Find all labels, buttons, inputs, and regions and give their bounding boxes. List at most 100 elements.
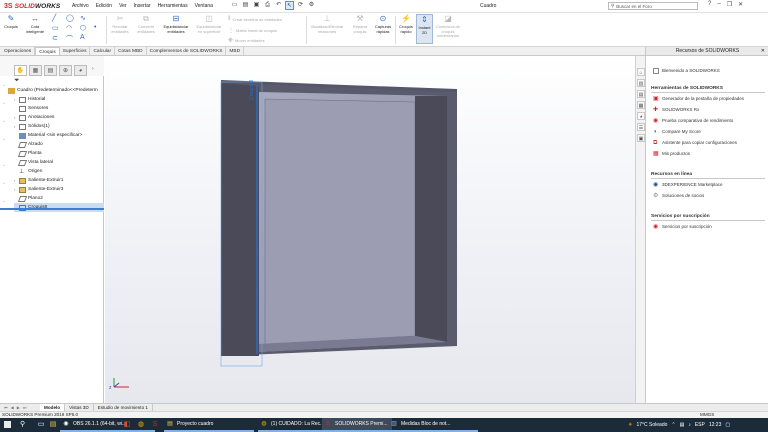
tool-link[interactable]: ▦ Mis productos — [651, 148, 765, 159]
menu-edicion[interactable]: Edición — [96, 3, 112, 9]
fillet-tool-icon[interactable]: ⌒ — [66, 34, 73, 44]
rollback-bar[interactable] — [0, 208, 104, 210]
network-icon[interactable]: ▤ — [680, 422, 685, 428]
slot-tool-icon[interactable]: ⊂ — [52, 34, 58, 42]
prev-tab-arrow-icon[interactable]: ◀ — [11, 405, 14, 410]
tab-croquis[interactable]: Croquis — [35, 47, 60, 55]
spline-tool-icon[interactable]: ∿ — [80, 14, 86, 22]
tab-vistas-3d[interactable]: Vistas 3D — [65, 404, 94, 411]
close-icon[interactable]: ✕ — [761, 47, 765, 56]
close-icon[interactable]: ✕ — [738, 1, 743, 8]
minimize-icon[interactable]: – — [717, 1, 720, 8]
restore-icon[interactable]: ❐ — [727, 1, 732, 8]
mover-entidades-button[interactable]: ✥ Mover entidades — [228, 37, 265, 44]
clock[interactable]: 12:23 — [709, 422, 722, 428]
display-manager-tab-icon[interactable]: ◕ — [74, 65, 87, 76]
tree-item-planta[interactable]: Planta — [14, 149, 104, 158]
point-tool-icon[interactable]: • — [94, 24, 96, 31]
recortar-entidades-button[interactable]: ✂ Recortar entidades — [109, 14, 131, 34]
text-tool-icon[interactable]: A — [80, 34, 85, 41]
croquis-button[interactable]: ✎ Croquis — [2, 14, 20, 30]
help-icon[interactable]: ? — [708, 1, 711, 8]
last-tab-arrow-icon[interactable]: ⏭ — [23, 405, 27, 410]
tree-item-anotaciones[interactable]: › Anotaciones — [14, 113, 104, 122]
capturas-rapidas-button[interactable]: ⊙ Capturas rápidas — [372, 14, 394, 34]
reparar-croquis-button[interactable]: ⚒ Reparar croquis — [349, 14, 371, 34]
tab-calcular[interactable]: Calcular — [90, 47, 116, 55]
menu-insertar[interactable]: Insertar — [134, 3, 151, 9]
tool-link[interactable]: ✚ SOLIDWORKS Rx — [651, 104, 765, 115]
property-manager-tab-icon[interactable]: ▦ — [29, 65, 42, 76]
taskbar-search-icon[interactable]: ⚲ — [20, 421, 25, 428]
design-library-icon[interactable]: ▥ — [637, 79, 645, 87]
menu-archivo[interactable]: Archivo — [72, 3, 89, 9]
tab-operaciones[interactable]: Operaciones — [1, 47, 36, 55]
office-icon[interactable]: ◧ — [122, 420, 132, 430]
instant-2d-button[interactable]: ⇕ Instant 2D — [416, 14, 433, 44]
arc-tool-icon[interactable]: ◠ — [66, 24, 72, 32]
task-view-icon[interactable]: ▭ — [36, 420, 46, 430]
crear-simetria-button[interactable]: ⫴ Crear simetría de entidades — [228, 16, 282, 23]
tree-item-origen[interactable]: ⊥ Origen — [14, 167, 104, 176]
search-input[interactable]: ⚲ Buscar en el Foro — [608, 2, 698, 10]
windows-start-icon[interactable] — [4, 421, 11, 428]
file-explorer-icon[interactable]: ▤ — [637, 90, 645, 98]
tree-item-saliente-extruir1[interactable]: › Saliente-Extruir1 — [14, 176, 104, 185]
chrome-icon[interactable]: ◍ — [136, 420, 146, 430]
print-icon[interactable]: ⎙ — [263, 1, 272, 10]
custom-properties-icon[interactable]: ☰ — [637, 123, 645, 131]
tree-item-saliente-extruir3[interactable]: › Saliente-Extruir3 — [14, 185, 104, 194]
tree-item-alzado[interactable]: Alzado — [14, 140, 104, 149]
polygon-tool-icon[interactable]: ⬡ — [80, 24, 86, 32]
tree-item-plano2[interactable]: Plano2 — [14, 194, 104, 203]
tool-link[interactable]: ◑ Compare My Score — [651, 126, 765, 137]
tool-link[interactable]: ◉ Prueba comparativa de rendimiento — [651, 115, 765, 126]
rectangle-tool-icon[interactable]: ▭ — [52, 24, 59, 32]
welcome-link[interactable]: Bienvenido a SOLIDWORKS — [651, 65, 765, 76]
home-icon[interactable]: ⌂ — [637, 68, 645, 76]
volume-icon[interactable]: ♪ — [688, 422, 691, 428]
contornos-croquis-button[interactable]: ◪ Contornos de croquis sombreados — [435, 14, 461, 39]
model-view[interactable]: Croquis8 — [105, 56, 635, 403]
subscription-link[interactable]: ◉ Servicios por suscripción — [651, 221, 765, 232]
notifications-icon[interactable]: ▢ — [725, 422, 730, 428]
tree-item-historial[interactable]: › Historial — [14, 95, 104, 104]
open-folder-icon[interactable]: ▤ — [241, 1, 250, 10]
forum-icon[interactable]: ▣ — [637, 134, 645, 142]
menu-herramientas[interactable]: Herramientas — [158, 3, 188, 9]
convertir-entidades-button[interactable]: ⧉ Convertir entidades — [134, 14, 158, 34]
select-arrow-icon[interactable]: ↖ — [285, 1, 294, 10]
weather-text[interactable]: 17°C Soleado — [636, 422, 667, 428]
croquis-rapido-button[interactable]: ⚡ Croquis rápido — [397, 14, 415, 34]
tree-root[interactable]: Cuadro (Predeterminado<<Predeterm — [8, 86, 98, 95]
taskbar-app-solidworks[interactable]: S SOLIDWORKS Premi... — [322, 418, 392, 432]
graphics-area[interactable]: Croquis8 z — [105, 56, 635, 403]
tree-item-vista-lateral[interactable]: Vista lateral — [14, 158, 104, 167]
tree-item-material[interactable]: Material <sin especificar> — [14, 131, 104, 140]
configuration-manager-tab-icon[interactable]: ▤ — [44, 65, 57, 76]
taskbar-app-proyecto[interactable]: ▤ Proyecto cuadro — [164, 418, 254, 432]
menu-ventana[interactable]: Ventana — [195, 3, 213, 9]
filter-funnel-icon[interactable]: ⏷ — [14, 77, 20, 85]
tree-item-sensores[interactable]: Sensores — [14, 104, 104, 113]
tab-complementos[interactable]: Complementos de SOLIDWORKS — [147, 47, 227, 55]
menu-ver[interactable]: Ver — [119, 3, 127, 9]
tab-estudio-movimiento[interactable]: Estudio de movimiento 1 — [94, 404, 153, 411]
panel-expand-icon[interactable]: › — [92, 66, 94, 72]
feature-manager-tab-icon[interactable]: ✋ — [14, 65, 27, 76]
view-palette-icon[interactable]: ▦ — [637, 101, 645, 109]
dimxpert-tab-icon[interactable]: ⊕ — [59, 65, 72, 76]
matriz-lineal-button[interactable]: ⋮ Matriz lineal de croquis — [228, 27, 277, 34]
tool-link[interactable]: ⧉ Asistente para copiar configuraciones — [651, 137, 765, 148]
undo-icon[interactable]: ↶ — [274, 1, 283, 10]
visualizar-relaciones-button[interactable]: ⊥ Visualizar/Eliminar relaciones — [309, 14, 345, 34]
next-tab-arrow-icon[interactable]: ▶ — [17, 405, 20, 410]
equidistanciar-superficie-button[interactable]: ◫ Equidistanciar en superficie — [194, 14, 224, 34]
save-icon[interactable]: ▣ — [252, 1, 261, 10]
tab-cotas-mbd[interactable]: Cotas MBD — [115, 47, 147, 55]
tab-modelo[interactable]: Modelo — [40, 404, 66, 411]
new-document-icon[interactable]: ▭ — [230, 1, 239, 10]
tab-superficies[interactable]: Superficies — [60, 47, 91, 55]
tab-mbd[interactable]: MBD — [226, 47, 245, 55]
tray-chevron-icon[interactable]: ⌃ — [671, 422, 675, 428]
